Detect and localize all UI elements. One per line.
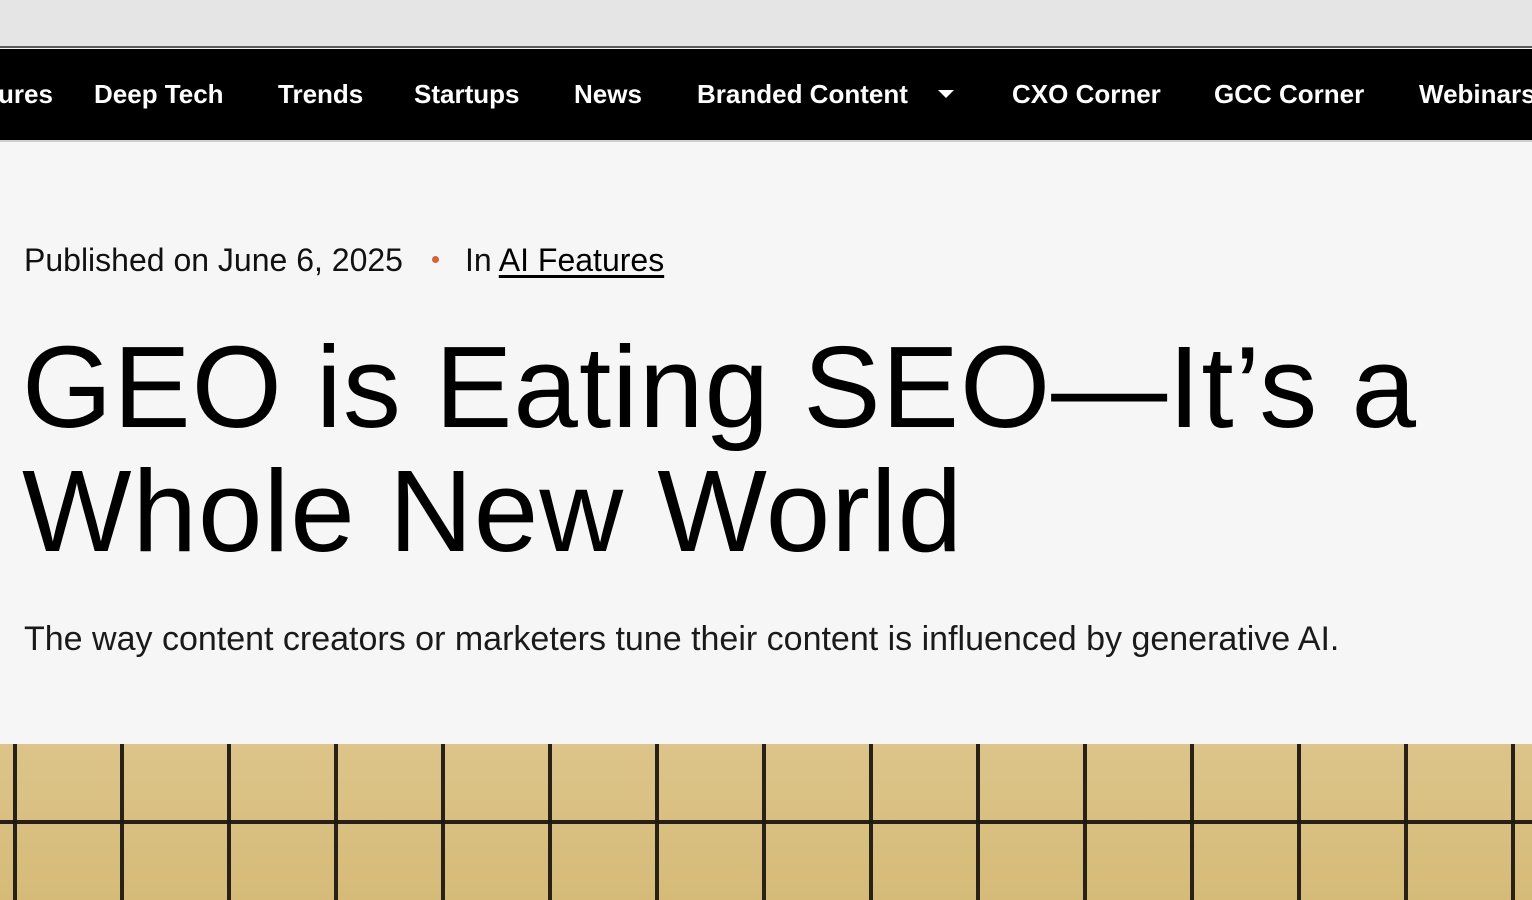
nav-item-startups[interactable]: Startups <box>414 49 519 140</box>
category-prefix: In <box>464 242 492 278</box>
nav-item-cxo-corner[interactable]: CXO Corner <box>1012 49 1161 140</box>
nav-item-branded-content[interactable]: Branded Content <box>697 49 908 140</box>
hero-image <box>0 744 1532 900</box>
nav-item-news[interactable]: News <box>574 49 642 140</box>
nav-item-trends[interactable]: Trends <box>278 49 363 140</box>
nav-item-webinars[interactable]: Webinars <box>1419 49 1532 140</box>
category-link[interactable]: AI Features <box>499 242 664 278</box>
article-meta: Published on June 6, 2025 In AI Features <box>24 238 664 282</box>
nav-item-deep-tech[interactable]: Deep Tech <box>94 49 224 140</box>
article-subtitle: The way content creators or marketers tu… <box>24 620 1340 658</box>
nav-item-gcc-corner[interactable]: GCC Corner <box>1214 49 1364 140</box>
browser-top-bar <box>0 0 1532 48</box>
nav-item-features[interactable]: ures <box>0 49 53 140</box>
published-date: Published on June 6, 2025 <box>24 242 403 278</box>
separator-dot-icon <box>431 256 439 264</box>
main-nav: ures Deep Tech Trends Startups News Bran… <box>0 49 1532 142</box>
caret-down-icon[interactable] <box>938 90 954 98</box>
article-title: GEO is Eating SEO—It’s a Whole New World <box>22 322 1418 576</box>
